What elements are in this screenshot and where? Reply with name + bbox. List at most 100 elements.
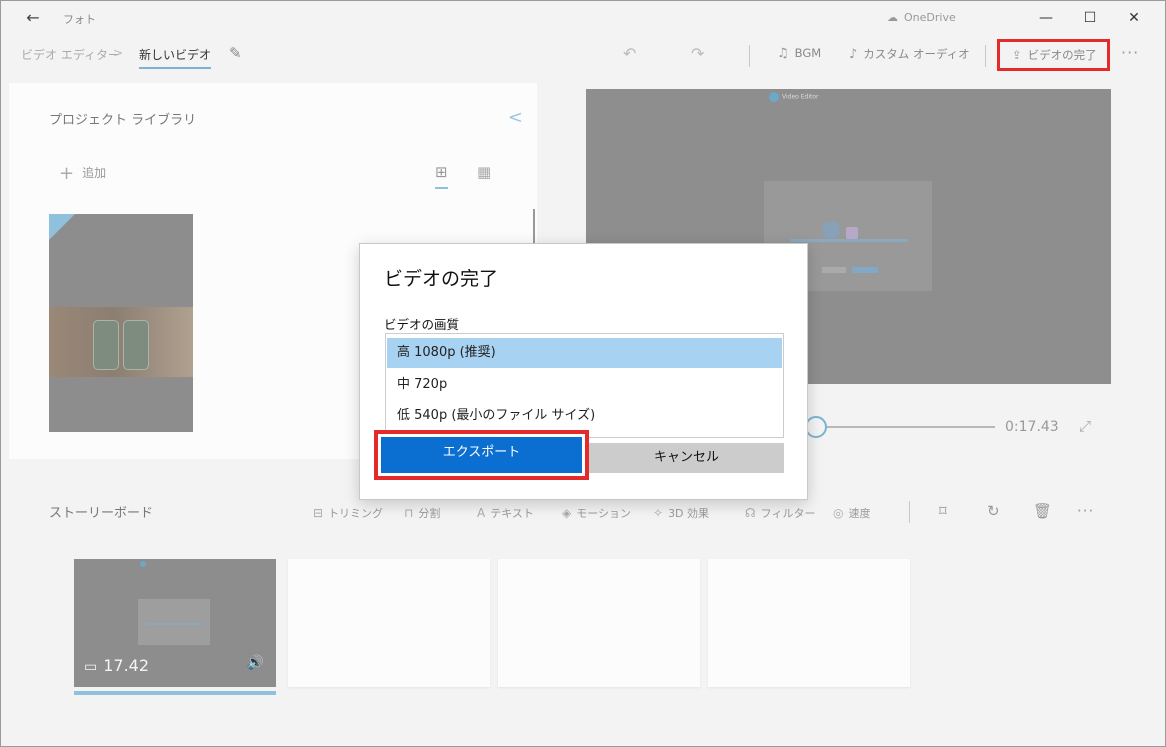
close-button[interactable]: ✕: [1111, 5, 1157, 31]
effects-3d-label: 3D 効果: [668, 507, 710, 520]
speaker-icon[interactable]: 🔊: [247, 655, 264, 671]
crop-icon[interactable]: ⌑: [939, 502, 947, 520]
export-button[interactable]: エクスポート: [374, 430, 589, 480]
music-note-icon: ♫: [777, 46, 789, 61]
motion-button[interactable]: ◈ モーション: [562, 505, 631, 521]
onedrive-status[interactable]: ☁ OneDrive: [887, 11, 956, 24]
view-small-grid-button[interactable]: ▦: [477, 163, 491, 181]
trim-icon: ⊟: [313, 506, 324, 520]
thumbnail-photo: [49, 307, 193, 377]
split-icon: ⊓: [404, 506, 414, 520]
clip-duration: ▭ 17.42: [84, 656, 149, 675]
storyboard-more-button[interactable]: ···: [1077, 502, 1094, 520]
filter-button[interactable]: ☊ フィルター: [745, 505, 815, 521]
total-time: 0:17.43: [1005, 419, 1059, 435]
trim-button[interactable]: ⊟ トリミング: [313, 505, 383, 521]
film-icon: ▭: [84, 659, 98, 675]
clip-logo: [140, 561, 146, 567]
expand-icon[interactable]: ⤢: [1079, 417, 1091, 435]
speed-button[interactable]: ◎ 速度: [833, 505, 870, 521]
filter-label: フィルター: [760, 507, 816, 520]
clip-duration-value: 17.42: [103, 656, 150, 675]
view-large-grid-button[interactable]: ⊞: [435, 163, 448, 189]
preview-illustration: [846, 227, 858, 239]
minimize-button[interactable]: —: [1023, 5, 1069, 31]
preview-pill: [822, 267, 846, 273]
app-window: ← フォト ☁ OneDrive — ☐ ✕ ビデオ エディター > 新しいビデオ…: [0, 0, 1166, 747]
phone-image: [93, 320, 119, 370]
breadcrumb-separator: >: [113, 46, 124, 60]
rotate-icon[interactable]: ↻: [987, 502, 1000, 520]
collapse-library-button[interactable]: <: [508, 107, 523, 128]
library-media-thumbnail[interactable]: [49, 214, 193, 432]
speed-icon: ◎: [833, 506, 844, 520]
app-logo-icon: [769, 92, 779, 102]
preview-logo: Video Editor: [769, 92, 818, 102]
motion-icon: ◈: [562, 506, 572, 520]
cancel-button[interactable]: キャンセル: [589, 443, 784, 473]
effects-3d-icon: ✧: [653, 506, 664, 520]
preview-logo-text: Video Editor: [782, 93, 819, 101]
split-button[interactable]: ⊓ 分割: [404, 505, 440, 521]
maximize-button[interactable]: ☐: [1067, 5, 1113, 31]
speed-label: 速度: [848, 507, 871, 520]
finish-video-dialog: ビデオの完了 ビデオの画質 高 1080p (推奨) 中 720p 低 540p…: [359, 243, 808, 500]
export-label: エクスポート: [381, 437, 582, 473]
bgm-button[interactable]: ♫ BGM: [777, 46, 821, 61]
empty-clip-slot[interactable]: [288, 559, 490, 687]
add-label: 追加: [82, 166, 107, 180]
toolbar-divider: [985, 45, 986, 67]
pencil-icon[interactable]: ✎: [229, 44, 242, 62]
back-button[interactable]: ←: [19, 7, 47, 29]
trash-icon[interactable]: 🗑: [1033, 502, 1052, 520]
toolbar-divider: [909, 501, 910, 523]
motion-label: モーション: [576, 507, 632, 520]
trim-label: トリミング: [328, 507, 384, 520]
text-icon: A: [477, 506, 486, 520]
finish-video-button[interactable]: ⇪ ビデオの完了: [997, 39, 1110, 71]
breadcrumb-current: 新しいビデオ: [139, 46, 212, 69]
storyboard-title: ストーリーボード: [49, 506, 154, 521]
bgm-label: BGM: [794, 46, 822, 60]
title-bar: ← フォト ☁ OneDrive — ☐ ✕: [1, 1, 1165, 35]
clip-selected-bar: [74, 691, 276, 695]
seek-track[interactable]: [819, 426, 995, 428]
preview-band: [790, 239, 908, 242]
more-options-button[interactable]: ···: [1121, 43, 1139, 62]
custom-audio-button[interactable]: ♪ カスタム オーディオ: [849, 46, 970, 62]
library-title: プロジェクト ライブラリ: [49, 113, 197, 128]
effects-3d-button[interactable]: ✧ 3D 効果: [653, 505, 709, 521]
person-audio-icon: ♪: [849, 47, 858, 62]
clip-preview: [138, 599, 210, 645]
selected-corner-marker: [49, 214, 75, 240]
quality-option-medium[interactable]: 中 720p: [387, 370, 782, 400]
breadcrumb-parent[interactable]: ビデオ エディター: [21, 46, 120, 63]
plus-icon: +: [59, 163, 75, 184]
clip-preview-band: [146, 623, 202, 625]
storyboard-clip[interactable]: ▭ 17.42 🔊: [74, 559, 276, 687]
onedrive-label: OneDrive: [904, 11, 956, 24]
phone-image: [123, 320, 149, 370]
preview-pill: [852, 267, 878, 273]
quality-option-high[interactable]: 高 1080p (推奨): [387, 338, 782, 368]
empty-clip-slot[interactable]: [708, 559, 910, 687]
quality-option-low[interactable]: 低 540p (最小のファイル サイズ): [387, 401, 782, 431]
quality-label: ビデオの画質: [384, 317, 460, 332]
split-label: 分割: [418, 507, 441, 520]
text-button[interactable]: A テキスト: [477, 505, 534, 521]
dialog-title: ビデオの完了: [384, 268, 499, 290]
redo-icon[interactable]: ↷: [691, 44, 704, 63]
share-icon: ⇪: [1012, 48, 1022, 62]
empty-clip-slot[interactable]: [498, 559, 700, 687]
text-label: テキスト: [490, 507, 534, 520]
preview-illustration: [822, 221, 840, 239]
add-media-button[interactable]: + 追加: [59, 163, 106, 184]
quality-list[interactable]: 高 1080p (推奨) 中 720p 低 540p (最小のファイル サイズ): [385, 333, 784, 438]
undo-icon[interactable]: ↶: [623, 44, 636, 63]
finish-video-label: ビデオの完了: [1027, 48, 1097, 62]
custom-audio-label: カスタム オーディオ: [863, 47, 970, 61]
app-title: フォト: [63, 13, 96, 26]
command-bar: ビデオ エディター > 新しいビデオ ✎ ↶ ↷ ♫ BGM ♪ カスタム オーディ…: [1, 35, 1165, 75]
seek-thumb[interactable]: [805, 416, 827, 438]
toolbar-divider: [749, 45, 750, 67]
